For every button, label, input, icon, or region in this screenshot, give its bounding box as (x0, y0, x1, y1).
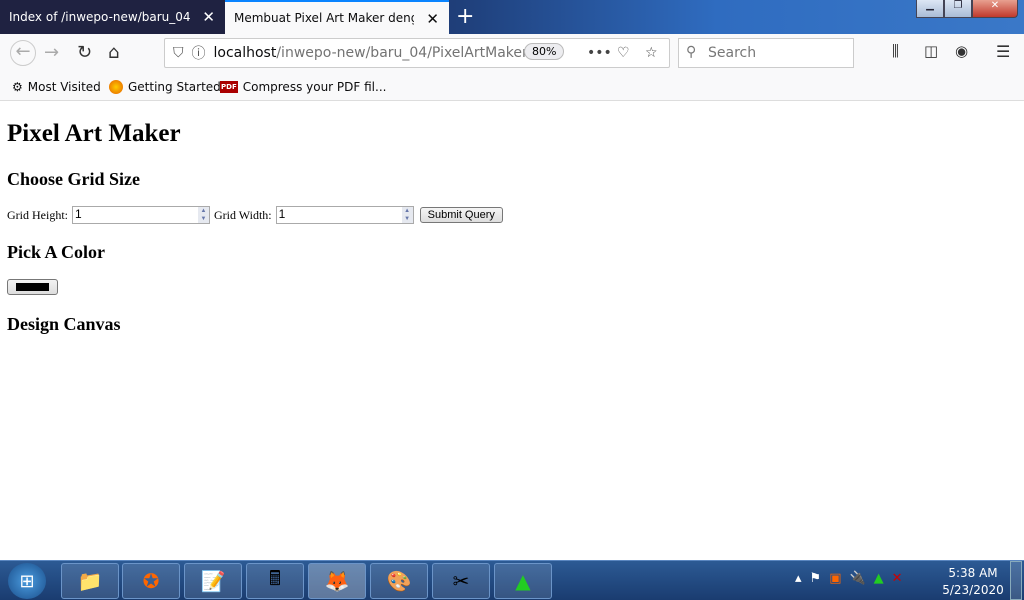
home-button[interactable]: ⌂ (108, 42, 119, 63)
network-icon[interactable]: ✕ (892, 571, 903, 586)
bookmark-label: Most Visited (27, 80, 101, 94)
system-tray: ▴ ⚑ ▣ 🔌 ▲ ✕ (795, 571, 903, 586)
pick-color-heading: Pick A Color (7, 242, 105, 262)
calculator-taskbar-icon[interactable]: 🖩 (246, 563, 304, 599)
grid-size-heading: Choose Grid Size (7, 169, 140, 189)
close-tab-icon[interactable]: ✕ (202, 8, 215, 26)
reload-button[interactable]: ↻ (77, 42, 92, 63)
taskbar: ⊞ 📁 ✪ 📝 🖩 🦊 🎨 ✂ ▲ ▴ ⚑ ▣ 🔌 ▲ ✕ 5:38 AM 5/2… (0, 560, 1024, 600)
account-icon[interactable]: ◉ (955, 42, 968, 60)
pocket-icon[interactable]: ♡ (617, 45, 630, 61)
restore-button[interactable]: ❐ (944, 0, 972, 18)
grid-height-value: 1 (75, 207, 82, 221)
info-icon[interactable]: ⓘ (192, 43, 206, 63)
close-tab-icon[interactable]: ✕ (426, 10, 439, 28)
design-canvas-heading: Design Canvas (7, 314, 121, 334)
color-picker[interactable] (7, 279, 58, 295)
tab-title: Membuat Pixel Art Maker dengan Ja (234, 11, 414, 25)
app-taskbar-icon[interactable]: ▲ (494, 563, 552, 599)
show-hidden-icons[interactable]: ▴ (795, 571, 802, 586)
sidebar-icon[interactable]: ◫ (924, 42, 938, 60)
firefox-taskbar-icon[interactable]: 🦊 (308, 563, 366, 599)
bookmark-label: Compress your PDF fil... (242, 80, 387, 94)
grid-height-input[interactable]: 1 ▲ ▼ (72, 206, 210, 224)
bookmark-star-icon[interactable]: ☆ (645, 45, 658, 61)
spinner-icon[interactable]: ▲ ▼ (198, 207, 209, 223)
tab-title: Index of /inwepo-new/baru_04 (9, 10, 191, 24)
search-placeholder: Search (708, 45, 757, 61)
show-desktop-button[interactable] (1010, 561, 1022, 600)
new-tab-button[interactable]: + (456, 4, 474, 29)
bookmark-compress-pdf[interactable]: PDF Compress your PDF fil... (220, 80, 386, 94)
grid-size-form: Grid Height: 1 ▲ ▼ Grid Width: 1 ▲ ▼ Submit … (7, 206, 503, 224)
url-host: localhost (213, 45, 277, 61)
explorer-taskbar-icon[interactable]: 📁 (61, 563, 119, 599)
tab-pixel-art-maker[interactable]: Membuat Pixel Art Maker dengan Ja ✕ (225, 0, 449, 34)
bookmarks-toolbar: ⚙ Most Visited Getting Started PDF Compres… (0, 74, 1024, 101)
zoom-level-button[interactable]: 80% (524, 43, 565, 60)
forward-button[interactable]: → (44, 42, 59, 63)
gear-icon: ⚙ (12, 80, 23, 94)
time: 5:38 AM (948, 566, 998, 580)
url-bar[interactable]: ⛉ ⓘ localhost/inwepo-new/baru_04/PixelAr… (164, 38, 670, 68)
start-button[interactable]: ⊞ (8, 563, 46, 599)
bookmark-most-visited[interactable]: ⚙ Most Visited (12, 80, 101, 94)
notepad-taskbar-icon[interactable]: 📝 (184, 563, 242, 599)
snipping-tool-taskbar-icon[interactable]: ✂ (432, 563, 490, 599)
submit-button[interactable]: Submit Query (419, 207, 503, 223)
url-path: /inwepo-new/baru_04/PixelArtMaker/ (276, 45, 533, 61)
page-actions-icon[interactable]: ••• (587, 45, 612, 61)
library-icon[interactable]: ⫼ (892, 42, 899, 60)
search-input[interactable]: ⚲ Search (678, 38, 854, 68)
grid-width-input[interactable]: 1 ▲ ▼ (275, 206, 414, 224)
minimize-button[interactable]: ▁ (916, 0, 944, 18)
page-title: Pixel Art Maker (7, 120, 181, 147)
tab-strip: Index of /inwepo-new/baru_04 ✕ Membuat Pi… (0, 0, 1024, 34)
xampp-tray-icon[interactable]: ▣ (829, 571, 841, 586)
date: 5/23/2020 (942, 583, 1004, 597)
grid-width-value: 1 (278, 207, 286, 221)
grid-height-label: Grid Height: (7, 207, 68, 222)
xampp-taskbar-icon[interactable]: ✪ (122, 563, 180, 599)
firefox-icon (109, 80, 123, 94)
bookmark-label: Getting Started (128, 80, 221, 94)
flag-icon[interactable]: ⚑ (810, 571, 822, 586)
power-icon[interactable]: 🔌 (849, 571, 865, 586)
close-window-button[interactable]: ✕ (972, 0, 1018, 18)
navigation-toolbar: ← → ↻ ⌂ ⛉ ⓘ localhost/inwepo-new/baru_04… (0, 34, 1024, 74)
grid-width-label: Grid Width: (214, 207, 272, 222)
bookmark-getting-started[interactable]: Getting Started (109, 80, 221, 94)
search-icon: ⚲ (686, 44, 697, 60)
pdf-icon: PDF (220, 81, 238, 93)
menu-icon[interactable]: ☰ (996, 42, 1010, 61)
clock[interactable]: 5:38 AM 5/23/2020 (940, 565, 1006, 599)
paint-taskbar-icon[interactable]: 🎨 (370, 563, 428, 599)
shield-icon[interactable]: ⛉ (173, 45, 184, 61)
back-button[interactable]: ← (10, 40, 36, 66)
color-swatch (16, 283, 49, 291)
app-tray-icon[interactable]: ▲ (874, 571, 884, 586)
tab-index[interactable]: Index of /inwepo-new/baru_04 ✕ (0, 0, 225, 34)
spinner-icon[interactable]: ▲ ▼ (401, 207, 413, 223)
